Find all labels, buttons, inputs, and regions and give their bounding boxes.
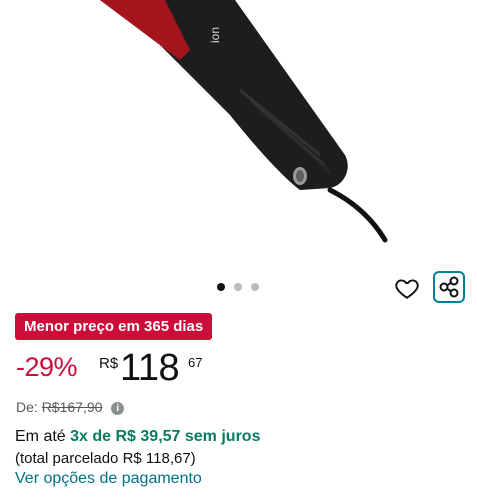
discount-percentage: -29% (16, 352, 78, 382)
wishlist-button[interactable] (394, 275, 420, 301)
heart-icon (395, 279, 419, 299)
price-whole: 118 (120, 347, 180, 389)
list-price: De: R$167,90 i (16, 399, 125, 415)
installment-offer: Em até 3x de R$ 39,57 sem juros (15, 428, 260, 446)
installment-total: (total parcelado R$ 118,67) (15, 450, 196, 467)
list-price-value: R$167,90 (41, 399, 103, 415)
carousel-dot[interactable] (217, 283, 225, 291)
price-currency: R$ (99, 355, 119, 372)
installment-prefix: Em até (15, 428, 66, 445)
installment-highlight: 3x de R$ 39,57 sem juros (70, 428, 261, 445)
info-icon[interactable]: i (111, 401, 125, 415)
carousel-dot[interactable] (251, 283, 259, 291)
hair-straightener-image (100, 0, 388, 243)
payment-options-link[interactable]: Ver opções de pagamento (15, 470, 202, 488)
share-icon (439, 276, 459, 298)
deal-badge: Menor preço em 365 dias (15, 313, 213, 340)
price-cents: 67 (188, 355, 203, 370)
brand-logo: ion (208, 26, 223, 44)
list-price-label: De: (16, 399, 38, 415)
carousel-dot[interactable] (234, 283, 242, 291)
product-image[interactable]: ion (0, 0, 477, 260)
share-button[interactable] (433, 271, 465, 303)
